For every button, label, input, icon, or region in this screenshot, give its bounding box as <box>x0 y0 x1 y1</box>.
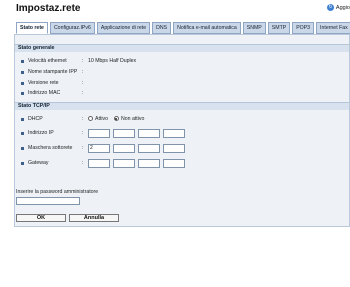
gateway-row: Gateway : <box>21 158 188 168</box>
radio-button-selected[interactable] <box>113 116 119 122</box>
mask-octet-3-input[interactable] <box>138 143 160 153</box>
refresh-label: Aggio <box>335 4 350 11</box>
general-status-heading: Stato generale <box>15 44 349 52</box>
network-version-label: Versione rete <box>28 80 59 86</box>
tab-pop3[interactable]: POP3 <box>292 22 315 34</box>
ok-button[interactable]: OK <box>16 214 66 222</box>
page-title: Impostaz.rete <box>16 3 81 14</box>
mask-octet-2-input[interactable] <box>113 143 135 153</box>
network-version-row: Versione rete : <box>21 79 88 87</box>
cancel-button[interactable]: Annulla <box>69 214 119 222</box>
ip-octet-2-input[interactable] <box>113 128 135 138</box>
subnet-mask-label: Maschera sottorete <box>28 145 73 151</box>
dhcp-radio-group: Attivo Non attivo <box>88 116 144 122</box>
mask-octet-4-input[interactable] <box>163 143 185 153</box>
refresh-button[interactable]: ↻ Aggio <box>326 4 350 11</box>
bullet-icon <box>21 117 24 121</box>
mac-address-label: Indirizzo MAC <box>28 90 61 96</box>
ip-octet-1-input[interactable] <box>88 128 110 138</box>
admin-password-label: Inserire la password amministratore <box>16 189 99 195</box>
ip-octet-4-input[interactable] <box>163 128 185 138</box>
ip-address-row: Indirizzo IP : <box>21 128 188 138</box>
ethernet-speed-value: 10 Mbps Half Duplex <box>88 58 137 64</box>
gateway-octet-1-input[interactable] <box>88 158 110 168</box>
subnet-mask-row: Maschera sottorete : 2 <box>21 143 188 153</box>
tab-smtp[interactable]: SMTP <box>267 22 291 34</box>
dhcp-label: DHCP <box>28 116 43 122</box>
dhcp-option-active[interactable]: Attivo <box>88 116 108 122</box>
bullet-icon <box>21 91 24 95</box>
gateway-octet-3-input[interactable] <box>138 158 160 168</box>
tab-snmp[interactable]: SNMP <box>242 22 266 34</box>
ip-address-label: Indirizzo IP <box>28 130 54 136</box>
gateway-octet-4-input[interactable] <box>163 158 185 168</box>
tab-internet-fax[interactable]: Internet Fax <box>316 22 350 34</box>
bullet-icon <box>21 146 24 150</box>
bullet-icon <box>21 131 24 135</box>
tab-network-application[interactable]: Applicazione di rete <box>96 22 151 34</box>
bullet-icon <box>21 70 24 74</box>
gateway-label: Gateway <box>28 160 49 166</box>
dhcp-option-inactive[interactable]: Non attivo <box>113 116 144 122</box>
ipp-printer-name-label: Nome stampante IPP <box>28 69 78 75</box>
admin-password-input[interactable] <box>16 197 80 205</box>
ethernet-speed-row: Velocità ethernet : 10 Mbps Half Duplex <box>21 57 136 65</box>
tab-bar: Stato rete Configuraz.IPv6 Applicazione … <box>16 22 350 34</box>
tcpip-status-heading: Stato TCP/IP <box>15 102 349 110</box>
ipp-printer-name-row: Nome stampante IPP : <box>21 68 88 76</box>
tab-network-status[interactable]: Stato rete <box>16 22 48 34</box>
tab-auto-email[interactable]: Notifica e-mail automatica <box>173 22 241 34</box>
gateway-octet-2-input[interactable] <box>113 158 135 168</box>
mask-octet-1-input[interactable]: 2 <box>88 143 110 153</box>
ethernet-speed-label: Velocità ethernet <box>28 58 67 64</box>
radio-button[interactable] <box>88 116 93 122</box>
dhcp-row: DHCP : Attivo Non attivo <box>21 115 144 123</box>
refresh-icon: ↻ <box>326 4 334 11</box>
tab-dns[interactable]: DNS <box>152 22 172 34</box>
bullet-icon <box>21 59 24 63</box>
bullet-icon <box>21 161 24 165</box>
tab-ipv6[interactable]: Configuraz.IPv6 <box>49 22 95 34</box>
mac-address-row: Indirizzo MAC : <box>21 89 88 97</box>
ip-octet-3-input[interactable] <box>138 128 160 138</box>
bullet-icon <box>21 81 24 85</box>
